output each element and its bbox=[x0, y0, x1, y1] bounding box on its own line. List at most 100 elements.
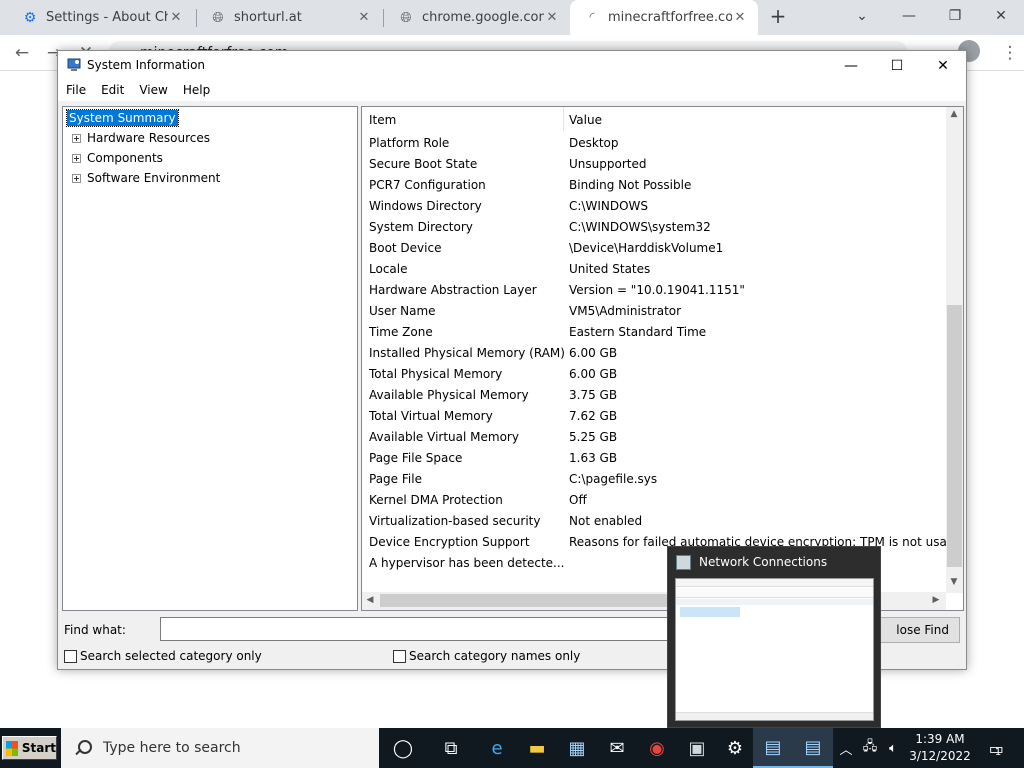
table-row[interactable]: Installed Physical Memory (RAM) 6.00 GB bbox=[362, 342, 946, 363]
search-selected-category-checkbox[interactable]: Search selected category only bbox=[64, 649, 262, 663]
table-row[interactable]: Total Virtual Memory 7.62 GB bbox=[362, 405, 946, 426]
search-category-names-checkbox[interactable]: Search category names only bbox=[393, 649, 580, 663]
globe-icon: 🌐︎ bbox=[400, 9, 412, 26]
system-clock[interactable]: 1:39 AM 3/12/2022 bbox=[902, 731, 978, 765]
tree-item-hardware-resources[interactable]: Hardware Resources bbox=[87, 131, 210, 145]
menu-file[interactable]: File bbox=[58, 81, 93, 101]
tree-item-software-environment[interactable]: Software Environment bbox=[87, 171, 220, 185]
table-row[interactable]: Locale United States bbox=[362, 258, 946, 279]
column-header-value[interactable]: Value bbox=[569, 113, 602, 127]
table-row[interactable]: Windows Directory C:\WINDOWS bbox=[362, 195, 946, 216]
table-row[interactable]: Total Physical Memory 6.00 GB bbox=[362, 363, 946, 384]
start-label: Start bbox=[21, 741, 56, 755]
scroll-right-icon[interactable]: ▶ bbox=[928, 595, 944, 605]
maximize-icon[interactable]: ☐ bbox=[874, 51, 920, 81]
mail-icon[interactable]: ✉ bbox=[597, 728, 637, 768]
close-icon[interactable]: ✕ bbox=[544, 10, 560, 25]
taskbar-thumbnail-preview[interactable]: Network Connections bbox=[667, 546, 881, 728]
tab-settings[interactable]: ⚙ Settings - About Chrom ✕ bbox=[8, 0, 194, 35]
horizontal-scroll-thumb[interactable] bbox=[380, 594, 680, 607]
vertical-scroll-thumb[interactable] bbox=[947, 305, 962, 567]
system-information-taskbar-icon[interactable]: ▤ bbox=[793, 728, 833, 768]
table-row[interactable]: Virtualization-based security Not enabled bbox=[362, 510, 946, 531]
vertical-scrollbar[interactable]: ▲ ▼ bbox=[946, 107, 963, 593]
cell-item: Page File Space bbox=[369, 451, 463, 465]
edge-icon[interactable]: e bbox=[477, 728, 517, 768]
store-icon[interactable]: ▦ bbox=[557, 728, 597, 768]
expand-icon[interactable] bbox=[72, 134, 81, 143]
details-list: Item Value Platform Role Desktop Secure Bo… bbox=[361, 106, 964, 611]
tree-item-components[interactable]: Components bbox=[87, 151, 163, 165]
more-menu-icon[interactable]: ⋮ bbox=[998, 41, 1022, 65]
restore-icon[interactable]: ❐ bbox=[932, 2, 978, 30]
table-row[interactable]: Page File C:\pagefile.sys bbox=[362, 468, 946, 489]
settings-icon[interactable]: ⚙ bbox=[715, 728, 755, 768]
file-explorer-icon[interactable]: ▬ bbox=[517, 728, 557, 768]
new-tab-button[interactable]: + bbox=[766, 4, 790, 30]
close-icon[interactable]: ✕ bbox=[920, 51, 966, 81]
volume-icon[interactable]: 🔈︎ bbox=[883, 728, 903, 768]
menu-view[interactable]: View bbox=[131, 81, 174, 101]
table-row[interactable]: Boot Device \Device\HarddiskVolume1 bbox=[362, 237, 946, 258]
minimize-icon[interactable]: — bbox=[886, 2, 932, 30]
table-row[interactable]: System Directory C:\WINDOWS\system32 bbox=[362, 216, 946, 237]
table-row[interactable]: PCR7 Configuration Binding Not Possible bbox=[362, 174, 946, 195]
table-row[interactable]: Platform Role Desktop bbox=[362, 132, 946, 153]
start-button[interactable]: Start bbox=[2, 736, 57, 760]
taskbar-search-box[interactable]: Type here to search bbox=[61, 728, 379, 768]
tab-chrome-google[interactable]: 🌐︎ chrome.google.com ✕ bbox=[384, 0, 570, 35]
cell-item: Virtualization-based security bbox=[369, 514, 541, 528]
expand-icon[interactable] bbox=[72, 154, 81, 163]
table-row[interactable]: User Name VM5\Administrator bbox=[362, 300, 946, 321]
column-divider[interactable] bbox=[563, 107, 564, 131]
network-connections-icon[interactable]: ▣ bbox=[677, 728, 717, 768]
cell-item: Time Zone bbox=[369, 325, 433, 339]
tab-shorturl[interactable]: 🌐︎ shorturl.at ✕ bbox=[196, 0, 382, 35]
cortana-icon[interactable]: ◯ bbox=[383, 728, 423, 768]
table-row[interactable]: Available Virtual Memory 5.25 GB bbox=[362, 426, 946, 447]
checkbox-box[interactable] bbox=[64, 649, 77, 663]
table-row[interactable]: Available Physical Memory 3.75 GB bbox=[362, 384, 946, 405]
tab-minecraftforfree[interactable]: ◜ minecraftforfree.com ✕ bbox=[570, 0, 758, 35]
cell-value: 7.62 GB bbox=[569, 409, 618, 423]
cell-item: Device Encryption Support bbox=[369, 535, 530, 549]
tab-title: chrome.google.com bbox=[422, 10, 544, 25]
table-row[interactable]: Kernel DMA Protection Off bbox=[362, 489, 946, 510]
menu-help[interactable]: Help bbox=[175, 81, 217, 101]
table-row[interactable]: Secure Boot State Unsupported bbox=[362, 153, 946, 174]
loading-icon: ◜ bbox=[589, 10, 595, 25]
cell-value: United States bbox=[569, 262, 651, 276]
show-hidden-icons-icon[interactable]: ︿ bbox=[837, 728, 855, 768]
checkbox-box[interactable] bbox=[393, 649, 406, 663]
window-titlebar: System Information — ☐ ✕ bbox=[58, 51, 966, 81]
network-icon[interactable]: 🖧︎ bbox=[860, 728, 880, 768]
table-row[interactable]: Page File Space 1.63 GB bbox=[362, 447, 946, 468]
gear-icon: ⚙ bbox=[23, 9, 37, 26]
tree-item-system-summary[interactable]: System Summary bbox=[66, 109, 179, 127]
close-icon[interactable]: ✕ bbox=[978, 2, 1024, 30]
tab-search-icon[interactable]: ⌄ bbox=[839, 2, 885, 30]
tab-title: Settings - About Chrom bbox=[46, 10, 168, 25]
expand-icon[interactable] bbox=[72, 174, 81, 183]
close-icon[interactable]: ✕ bbox=[168, 10, 184, 25]
table-row[interactable]: Time Zone Eastern Standard Time bbox=[362, 321, 946, 342]
scroll-left-icon[interactable]: ◀ bbox=[362, 595, 378, 605]
system-information-taskbar-icon[interactable]: ▤ bbox=[753, 728, 793, 768]
scroll-down-icon[interactable]: ▼ bbox=[946, 577, 962, 587]
find-what-input[interactable] bbox=[160, 617, 680, 641]
scroll-up-icon[interactable]: ▲ bbox=[946, 109, 962, 119]
clock-date: 3/12/2022 bbox=[909, 749, 971, 763]
back-icon[interactable]: ← bbox=[10, 41, 34, 65]
column-header-item[interactable]: Item bbox=[369, 113, 396, 127]
preview-thumbnail[interactable] bbox=[675, 578, 874, 721]
chrome-icon[interactable]: ◉ bbox=[637, 728, 677, 768]
table-row[interactable]: Hardware Abstraction Layer Version = "10.… bbox=[362, 279, 946, 300]
list-header: Item Value bbox=[362, 107, 946, 131]
cell-item: A hypervisor has been detecte... bbox=[369, 556, 565, 570]
close-icon[interactable]: ✕ bbox=[356, 10, 372, 25]
menu-edit[interactable]: Edit bbox=[93, 81, 131, 101]
notification-icon[interactable]: ▭ 1 bbox=[982, 728, 1008, 768]
minimize-icon[interactable]: — bbox=[828, 51, 874, 81]
task-view-icon[interactable]: ⧉ bbox=[431, 728, 471, 768]
close-icon[interactable]: ✕ bbox=[732, 10, 748, 25]
